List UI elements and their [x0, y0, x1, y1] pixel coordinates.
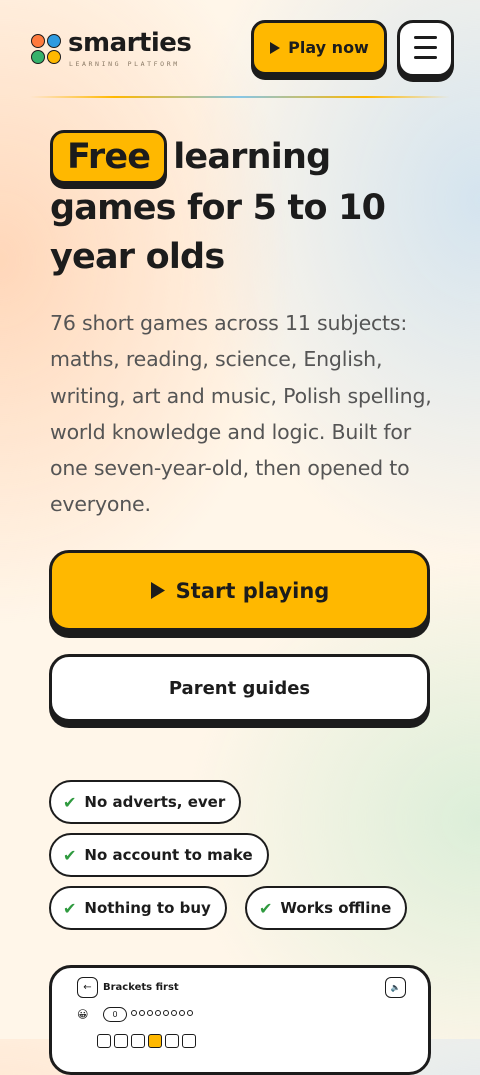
play-icon — [150, 582, 165, 599]
feature-pill: ✔ No adverts, ever — [49, 780, 242, 824]
hero-title-line3: year olds — [50, 237, 225, 277]
feature-label: No adverts, ever — [84, 793, 226, 811]
feature-label: Works offline — [280, 899, 392, 917]
progress-dots — [131, 1010, 193, 1016]
hero-title: Free learning games for 5 to 10 year olds — [50, 130, 450, 282]
play-now-label: Play now — [288, 38, 369, 57]
logo-icon[interactable] — [31, 34, 62, 65]
parent-guides-label: Parent guides — [168, 677, 311, 699]
preview-game-title: Brackets first — [103, 982, 179, 993]
feature-label: No account to make — [84, 846, 253, 864]
logo-title[interactable]: smarties — [68, 30, 192, 56]
hamburger-menu-icon — [414, 36, 437, 39]
back-arrow-icon: ← — [77, 977, 98, 998]
site-header: smarties LEARNING PLATFORM Play now — [0, 0, 480, 98]
feature-label: Nothing to buy — [84, 899, 211, 917]
check-icon: ✔ — [63, 792, 77, 812]
play-now-button[interactable]: Play now — [251, 20, 387, 75]
check-icon: ✔ — [63, 845, 77, 865]
check-icon: ✔ — [259, 898, 273, 918]
feature-pill: ✔ Works offline — [245, 886, 408, 930]
game-preview-card[interactable]: ← Brackets first 🔈 😀 0 — [49, 965, 431, 1075]
start-playing-button[interactable]: Start playing — [49, 550, 430, 631]
hamburger-menu-icon — [414, 46, 437, 49]
hero-title-line1: learning — [173, 137, 331, 177]
check-icon: ✔ — [63, 898, 77, 918]
hero-title-line2: games for 5 to 10 — [50, 188, 386, 228]
preview-score: 0 — [103, 1007, 127, 1022]
menu-button[interactable] — [397, 20, 454, 77]
logo-subtitle: LEARNING PLATFORM — [69, 60, 180, 68]
parent-guides-button[interactable]: Parent guides — [49, 654, 430, 722]
hero-description: 76 short games across 11 subjects: maths… — [50, 311, 432, 517]
start-playing-label: Start playing — [175, 578, 330, 603]
preview-score-value: 0 — [112, 1010, 118, 1019]
feature-pill: ✔ No account to make — [49, 833, 269, 877]
speaker-icon: 🔈 — [385, 977, 406, 998]
hamburger-menu-icon — [414, 56, 437, 59]
smiley-face-icon: 😀 — [77, 1008, 89, 1021]
free-badge: Free — [50, 130, 168, 184]
play-icon — [270, 41, 281, 54]
answer-tiles — [97, 1034, 196, 1048]
feature-pill: ✔ Nothing to buy — [49, 886, 227, 930]
header-divider — [30, 96, 450, 98]
